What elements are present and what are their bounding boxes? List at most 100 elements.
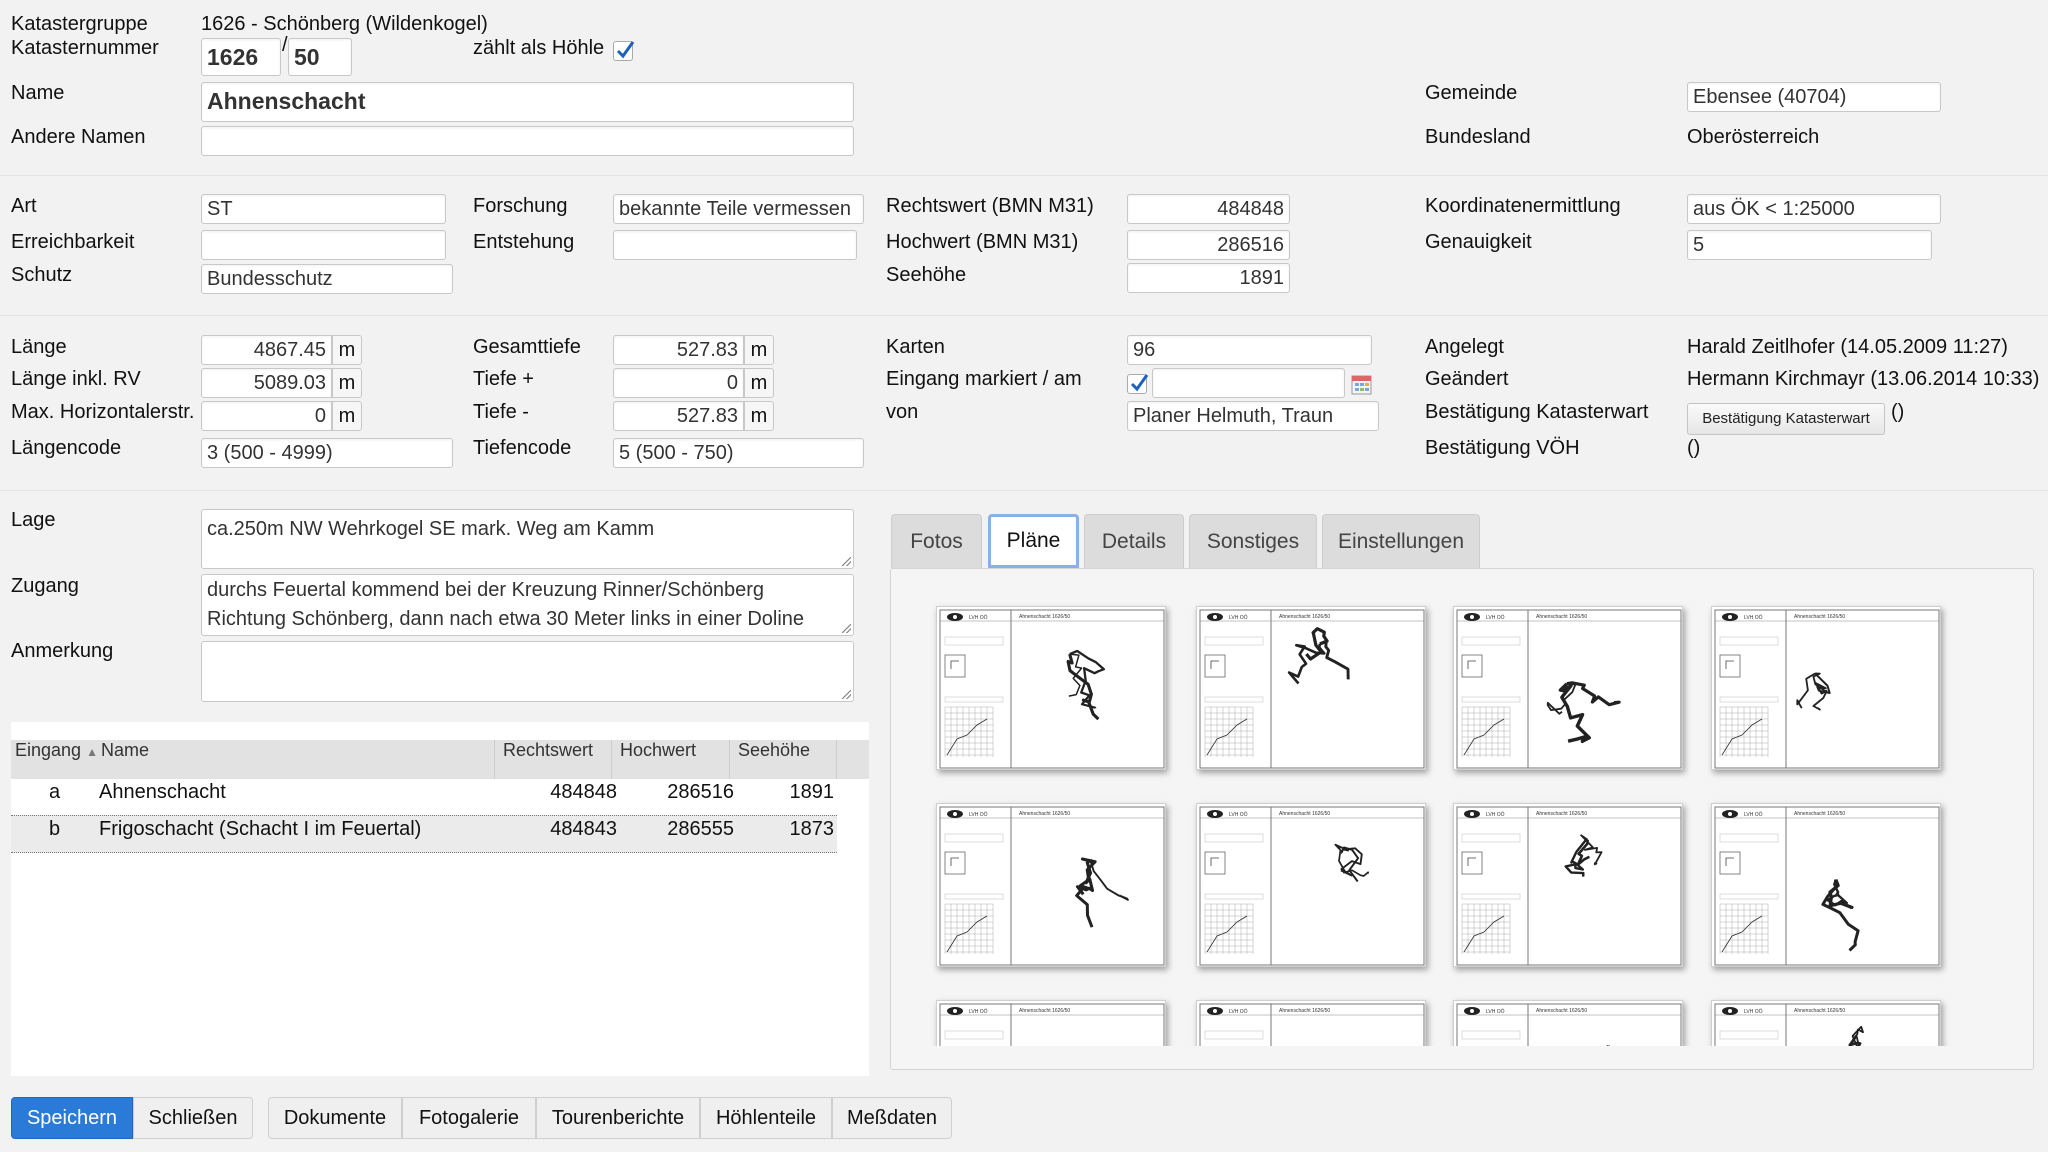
laengencode-label: Längencode <box>11 437 122 459</box>
plan-thumbnail[interactable]: LVH OÖ Ahnenschacht 1626/50 <box>1196 803 1426 967</box>
svg-text:Ahnenschacht 1626/50: Ahnenschacht 1626/50 <box>1279 614 1330 620</box>
karten-label: Karten <box>886 336 945 358</box>
entstehung-input[interactable] <box>613 230 857 260</box>
erreichbarkeit-input[interactable] <box>201 230 446 260</box>
table-row[interactable]: b Frigoschacht (Schacht I im Feuertal) 4… <box>11 815 837 853</box>
plan-thumbnail[interactable]: LVH OÖ Ahnenschacht 1626/50 <box>1453 1000 1683 1046</box>
rechtswert-input[interactable]: 484848 <box>1127 194 1290 224</box>
gesamttiefe-input[interactable]: 527.83 <box>613 335 744 365</box>
lage-textarea[interactable]: ca.250m NW Wehrkogel SE mark. Weg am Kam… <box>201 509 854 569</box>
svg-text:Ahnenschacht 1626/50: Ahnenschacht 1626/50 <box>1279 811 1330 817</box>
zugang-textarea[interactable]: durchs Feuertal kommend bei der Kreuzung… <box>201 574 854 636</box>
gesamttiefe-label: Gesamttiefe <box>473 336 581 358</box>
laengencode-input[interactable]: 3 (500 - 4999) <box>201 438 453 468</box>
column-header-name[interactable]: Name <box>101 740 149 761</box>
svg-text:LVH OÖ: LVH OÖ <box>1486 614 1505 621</box>
schutz-label: Schutz <box>11 264 73 286</box>
svg-text:LVH OÖ: LVH OÖ <box>1229 1008 1248 1015</box>
von-input[interactable]: Planer Helmuth, Traun <box>1127 401 1379 431</box>
schutz-input[interactable]: Bundesschutz <box>201 264 453 294</box>
laenge-input[interactable]: 4867.45 <box>201 335 332 365</box>
checkmark-icon <box>1130 374 1149 392</box>
tiefencode-input[interactable]: 5 (500 - 750) <box>613 438 864 468</box>
plan-thumbnail[interactable]: LVH OÖ Ahnenschacht 1626/50 <box>1711 803 1941 967</box>
andere-namen-input[interactable] <box>201 126 854 156</box>
column-header-rechtswert[interactable]: Rechtswert <box>503 740 593 761</box>
column-header-eingang[interactable]: Eingang ▲ <box>15 740 98 761</box>
tiefe-plus-input[interactable]: 0 <box>613 368 744 398</box>
svg-text:LVH OÖ: LVH OÖ <box>1744 1008 1763 1015</box>
bestaetigung-katasterwart-button[interactable]: Bestätigung Katasterwart <box>1687 403 1885 435</box>
cave-plan-image: LVH OÖ Ahnenschacht 1626/50 <box>1456 806 1682 966</box>
svg-text:LVH OÖ: LVH OÖ <box>1486 1008 1505 1015</box>
tab-plaene[interactable]: Pläne <box>988 514 1079 568</box>
tab-einstellungen[interactable]: Einstellungen <box>1322 514 1480 568</box>
name-input[interactable]: Ahnenschacht <box>201 82 854 122</box>
andere-namen-label: Andere Namen <box>11 126 146 148</box>
lage-label: Lage <box>11 509 56 531</box>
genauigkeit-input[interactable]: 5 <box>1687 230 1932 260</box>
sort-arrow-icon: ▲ <box>86 745 98 759</box>
svg-text:Ahnenschacht 1626/50: Ahnenschacht 1626/50 <box>1794 614 1845 620</box>
gemeinde-label: Gemeinde <box>1425 82 1518 104</box>
plan-thumbnail[interactable]: LVH OÖ Ahnenschacht 1626/50 <box>1453 606 1683 770</box>
plan-thumbnail[interactable]: LVH OÖ Ahnenschacht 1626/50 <box>936 1000 1166 1046</box>
max-horizontalerstr-input[interactable]: 0 <box>201 401 332 431</box>
plan-thumbnail[interactable]: LVH OÖ Ahnenschacht 1626/50 <box>1711 606 1941 770</box>
plan-thumbnail[interactable]: LVH OÖ Ahnenschacht 1626/50 <box>1196 606 1426 770</box>
svg-text:Ahnenschacht 1626/50: Ahnenschacht 1626/50 <box>1794 1008 1845 1014</box>
katasternummer-slash: / <box>282 34 288 56</box>
hochwert-label: Hochwert (BMN M31) <box>886 231 1079 253</box>
hochwert-input[interactable]: 286516 <box>1127 230 1290 260</box>
checkmark-icon <box>616 41 635 59</box>
seehoehe-label: Seehöhe <box>886 264 967 286</box>
anmerkung-textarea[interactable] <box>201 641 854 702</box>
laenge-rv-input[interactable]: 5089.03 <box>201 368 332 398</box>
schliessen-button[interactable]: Schließen <box>133 1097 253 1139</box>
katasternummer-number-input[interactable]: 50 <box>288 38 352 76</box>
cave-plan-image: LVH OÖ Ahnenschacht 1626/50 <box>939 806 1165 966</box>
cell-hochwert: 286516 <box>667 781 734 803</box>
eingang-markiert-date-input[interactable] <box>1152 368 1345 398</box>
cave-plan-image: LVH OÖ Ahnenschacht 1626/50 <box>1199 806 1425 966</box>
plan-thumbnail[interactable]: LVH OÖ Ahnenschacht 1626/50 <box>936 606 1166 770</box>
cell-seehoehe: 1891 <box>789 781 835 803</box>
art-input[interactable]: ST <box>201 194 446 224</box>
cell-rechtswert: 484843 <box>550 818 617 840</box>
name-label: Name <box>11 82 65 104</box>
speichern-button[interactable]: Speichern <box>11 1097 133 1139</box>
plan-thumbnail[interactable]: LVH OÖ Ahnenschacht 1626/50 <box>1196 1000 1426 1046</box>
calendar-icon[interactable] <box>1351 374 1372 395</box>
karten-input[interactable]: 96 <box>1127 335 1372 365</box>
forschung-input[interactable]: bekannte Teile vermessen <box>613 194 864 224</box>
tab-sonstiges[interactable]: Sonstiges <box>1189 514 1317 568</box>
plan-thumbnail[interactable]: LVH OÖ Ahnenschacht 1626/50 <box>1711 1000 1941 1046</box>
plans-gallery: LVH OÖ Ahnenschacht 1626/50 LVH OÖ Ahnensc… <box>920 598 1960 1046</box>
svg-text:LVH OÖ: LVH OÖ <box>1744 614 1763 621</box>
koordinatenermittlung-label: Koordinatenermittlung <box>1425 195 1621 217</box>
tiefe-minus-input[interactable]: 527.83 <box>613 401 744 431</box>
seehoehe-input[interactable]: 1891 <box>1127 263 1290 293</box>
katasternummer-group-input[interactable]: 1626 <box>201 38 281 76</box>
koordinatenermittlung-input[interactable]: aus ÖK < 1:25000 <box>1687 194 1941 224</box>
cell-rechtswert: 484848 <box>550 781 617 803</box>
table-row[interactable]: a Ahnenschacht 484848 286516 1891 <box>11 779 837 815</box>
tab-fotos[interactable]: Fotos <box>891 514 982 568</box>
tiefencode-label: Tiefencode <box>473 437 572 459</box>
tourenberichte-button[interactable]: Tourenberichte <box>536 1097 700 1139</box>
gemeinde-input[interactable]: Ebensee (40704) <box>1687 82 1941 112</box>
bestaetigung-katasterwart-label: Bestätigung Katasterwart <box>1425 401 1649 423</box>
eingang-markiert-checkbox[interactable] <box>1127 374 1149 394</box>
column-header-seehoehe[interactable]: Seehöhe <box>738 740 810 761</box>
plan-thumbnail[interactable]: LVH OÖ Ahnenschacht 1626/50 <box>936 803 1166 967</box>
plan-thumbnail[interactable]: LVH OÖ Ahnenschacht 1626/50 <box>1453 803 1683 967</box>
katasternummer-label: Katasternummer <box>11 37 159 59</box>
dokumente-button[interactable]: Dokumente <box>268 1097 402 1139</box>
entstehung-label: Entstehung <box>473 231 575 253</box>
fotogalerie-button[interactable]: Fotogalerie <box>402 1097 536 1139</box>
column-header-hochwert[interactable]: Hochwert <box>620 740 696 761</box>
zaehlt-als-hoehle-checkbox[interactable] <box>613 41 635 61</box>
tab-details[interactable]: Details <box>1084 514 1184 568</box>
hoehlenteile-button[interactable]: Höhlenteile <box>700 1097 832 1139</box>
messdaten-button[interactable]: Meßdaten <box>832 1097 952 1139</box>
